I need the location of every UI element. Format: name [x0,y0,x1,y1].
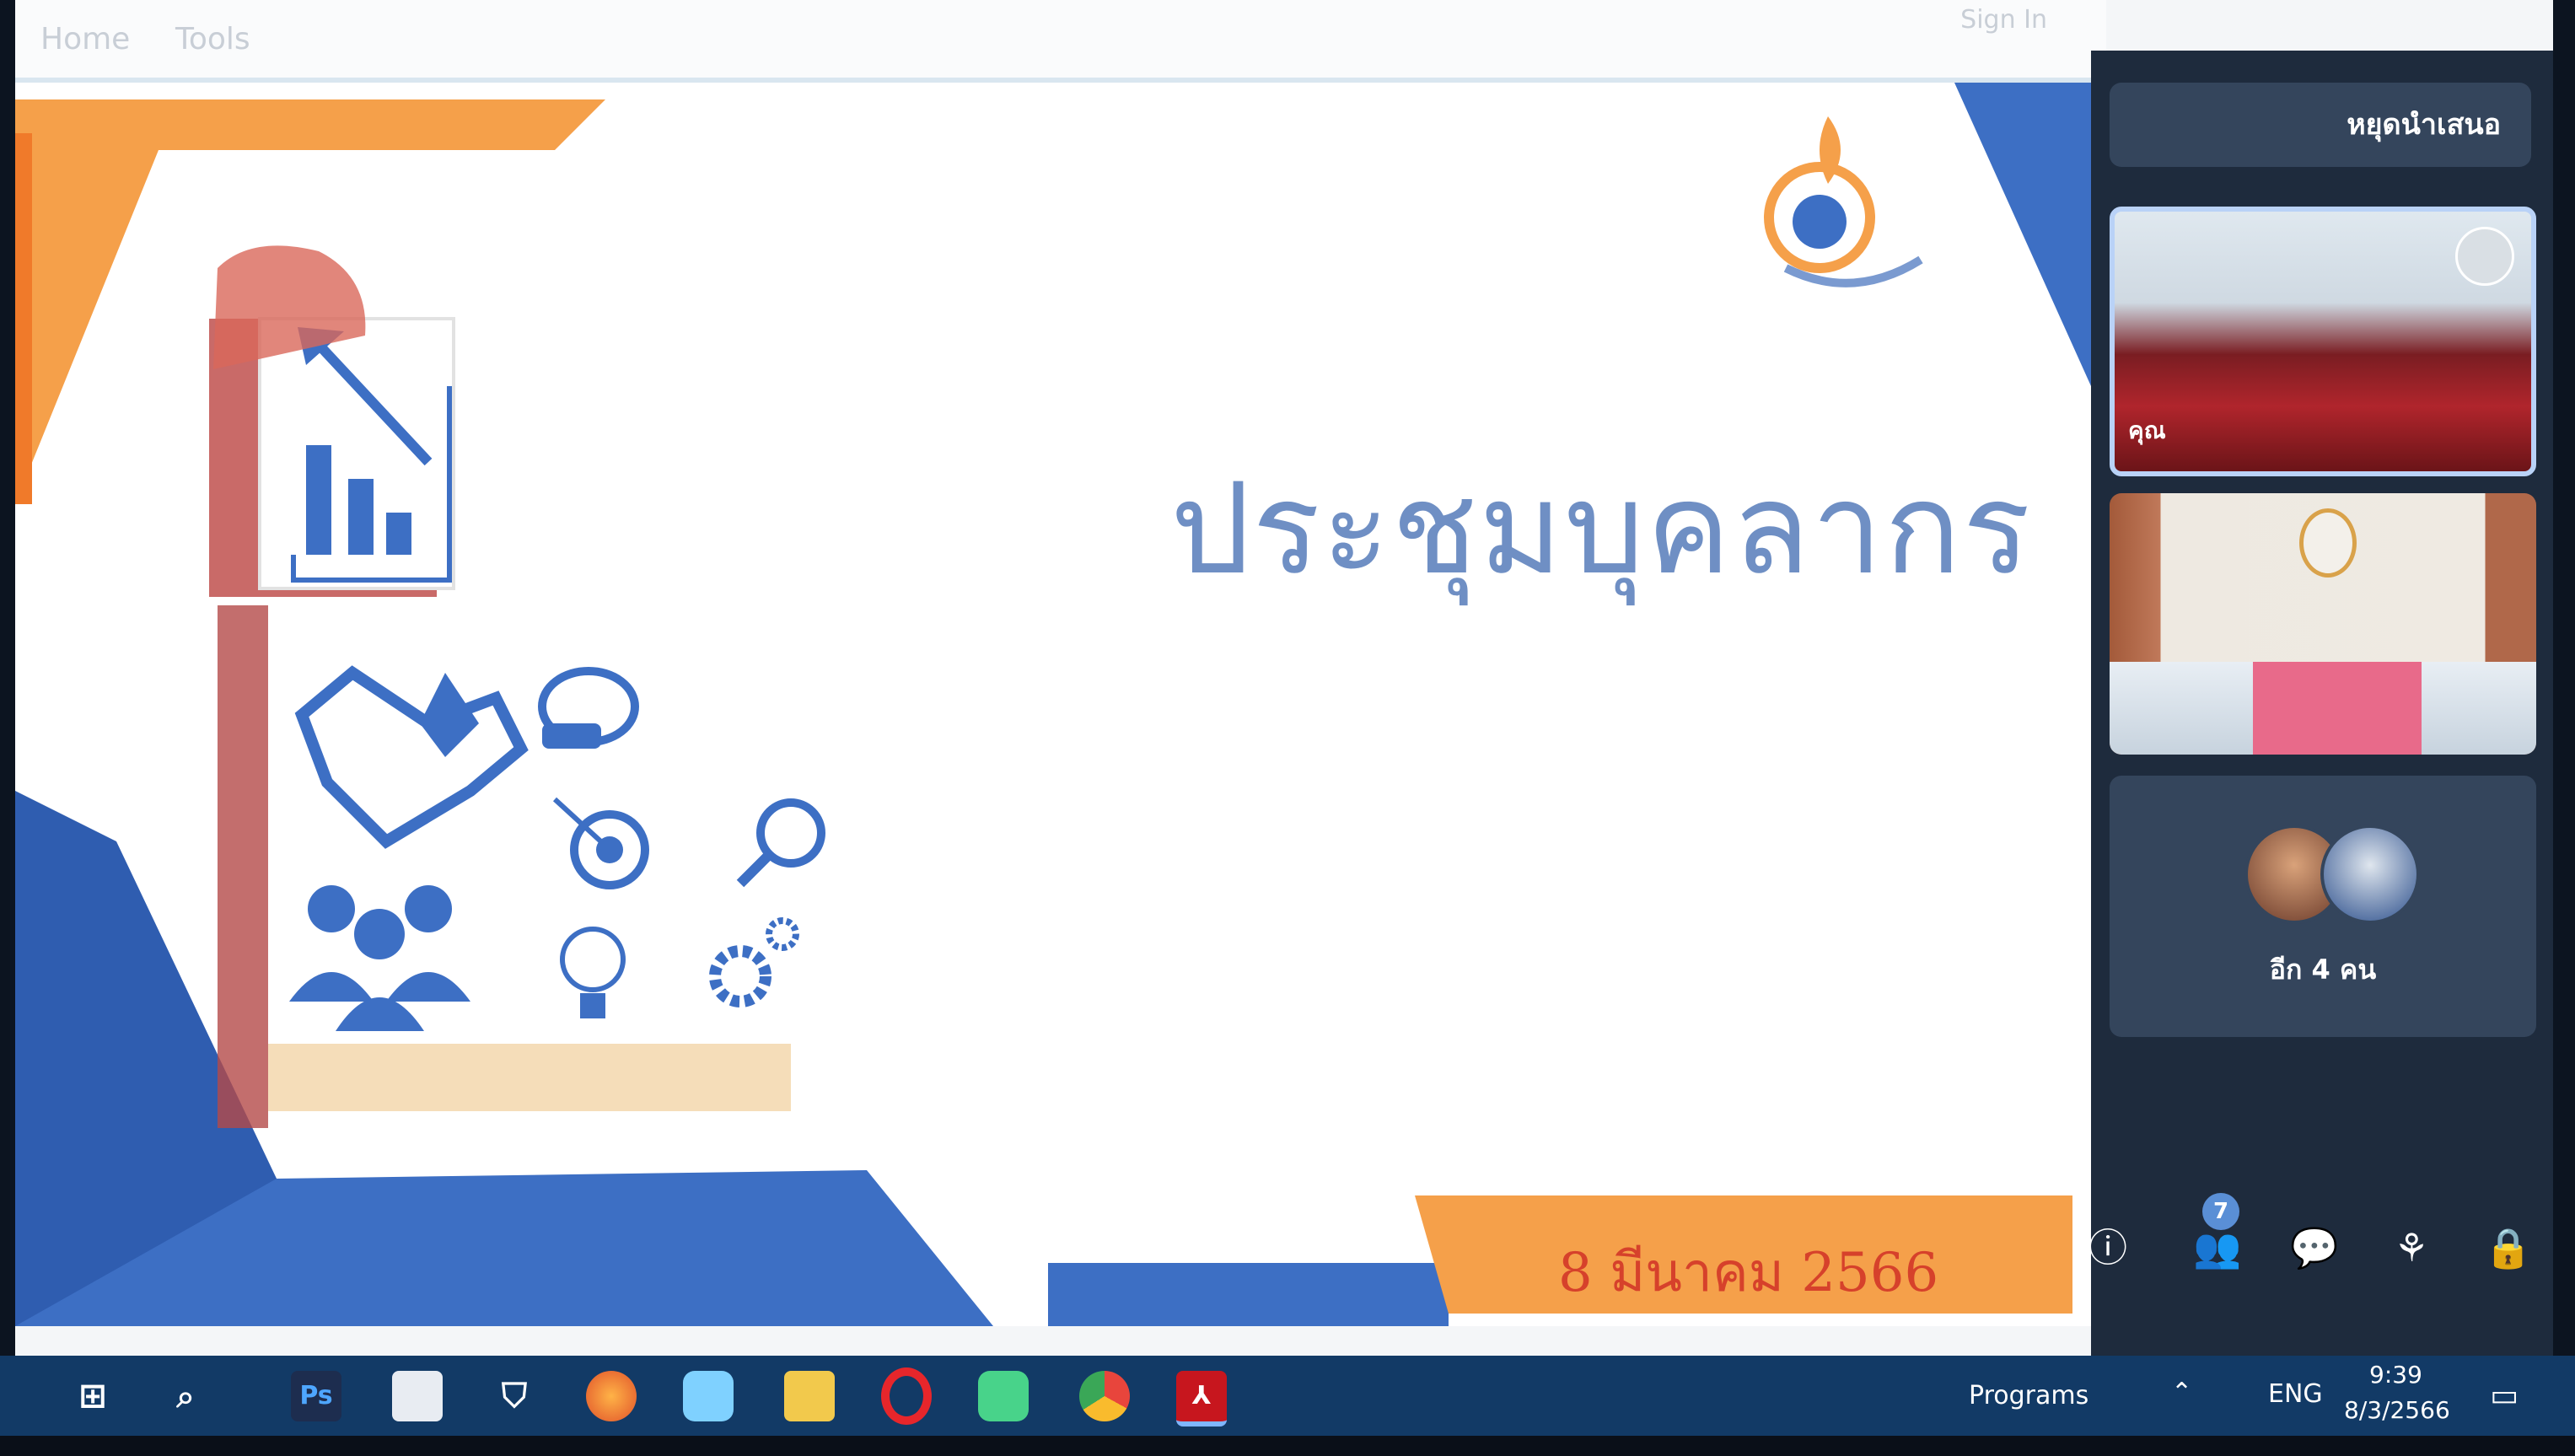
others-count-label: อีก 4 คน [2269,954,2377,986]
viewer-toolbar: Home Tools Sign In [15,0,2106,83]
language-indicator[interactable]: ENG [2268,1379,2323,1409]
avatar [2320,825,2420,924]
school-logo [1764,116,1923,287]
chat-icon[interactable]: 💬 [2289,1222,2340,1273]
meeting-side-panel: หยุดนำเสนอ คุณ อีก 4 คน 7 ⓘ 👥 💬 ⚘ 🔒 [2088,51,2553,1416]
participant-name: คุณ [2128,416,2166,444]
windows-start-icon[interactable]: ⊞ [67,1371,118,1421]
chrome-icon[interactable] [1079,1371,1130,1421]
opera-icon[interactable] [881,1367,932,1425]
slide-title: ประชุมบุคลากร [1170,456,2033,603]
folder-icon[interactable] [784,1371,835,1421]
firefox-icon[interactable] [586,1371,637,1421]
shield-icon[interactable]: ⛉ [489,1371,540,1421]
file-icon[interactable] [392,1371,443,1421]
presentation-slide: ประชุมบุคลากร 8 มีนาคม 2566 [15,83,2091,1326]
taskbar: ⊞ ⌕ Ps ⛉ ⅄ Programs ⌃ ENG 9:39 8/3/2566 … [0,1356,2575,1436]
clock-date[interactable]: 8/3/2566 [2344,1396,2450,1424]
menu-home[interactable]: Home [40,22,130,56]
others-tile[interactable]: อีก 4 คน [2110,776,2536,1037]
sign-in-link[interactable]: Sign In [1960,5,2047,35]
stop-presenting-button[interactable]: หยุดนำเสนอ [2110,83,2531,167]
participant-tile-classroom[interactable]: คุณ [2110,207,2536,476]
search-icon[interactable]: ⌕ [160,1371,211,1421]
slide-date: 8 มีนาคม 2566 [1558,1242,1939,1304]
info-icon[interactable]: ⓘ [2083,1222,2133,1273]
line-icon[interactable] [978,1371,1029,1421]
slide-graphics [15,83,2091,1326]
people-icon[interactable]: 👥 [2192,1222,2243,1273]
blue-triangle-right [1954,83,2091,386]
monitor-bezel [0,1436,2575,1456]
photoshop-icon[interactable]: Ps [291,1371,341,1421]
menu-tools[interactable]: Tools [175,22,250,56]
programs-toolbar[interactable]: Programs [1969,1381,2088,1410]
monitor-screen: Home Tools Sign In ประชุมบุคลากร 8 มีนาค… [15,0,2553,1433]
lock-icon[interactable]: 🔒 [2483,1222,2534,1273]
business-blocks-image [209,245,825,1136]
clock-time[interactable]: 9:39 [2369,1361,2422,1389]
participant-tile-meeting-room[interactable] [2110,493,2536,755]
acrobat-icon[interactable]: ⅄ [1176,1371,1227,1426]
emblem-icon [2299,508,2357,578]
notification-icon[interactable]: ▭ [2479,1371,2529,1421]
chat-app-icon[interactable] [683,1371,734,1421]
activities-icon[interactable]: ⚘ [2386,1222,2437,1273]
chevron-up-icon[interactable]: ⌃ [2171,1378,2192,1407]
more-options-icon[interactable] [2455,227,2514,286]
